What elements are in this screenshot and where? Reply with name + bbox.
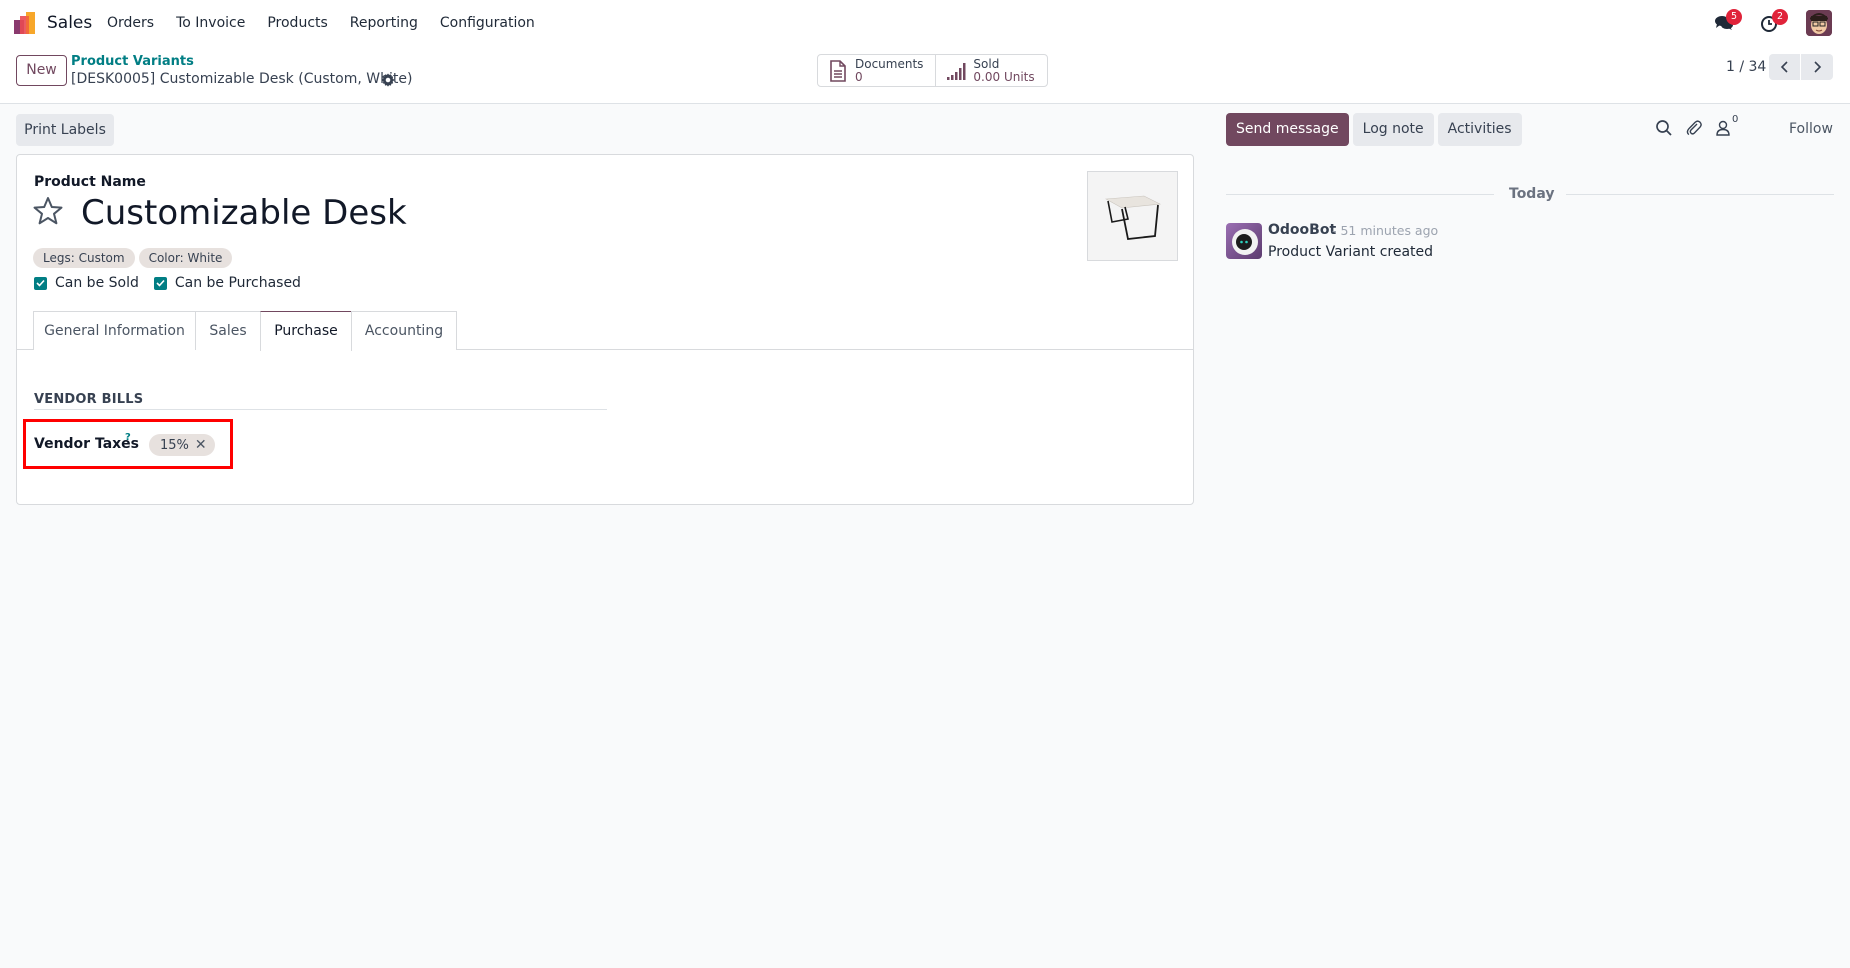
documents-label: Documents: [855, 56, 924, 71]
can-be-purchased-label: Can be Purchased: [174, 275, 301, 291]
pager-previous-button[interactable]: [1769, 54, 1801, 80]
breadcrumb-current-record: [DESK0005] Customizable Desk (Custom, Wh…: [71, 71, 413, 87]
message-date: - 51 minutes ago: [1332, 223, 1439, 238]
send-message-button[interactable]: Send message: [1226, 113, 1349, 146]
user-avatar-image: [1806, 10, 1832, 36]
follow-button[interactable]: Follow: [1789, 121, 1833, 137]
document-icon: [830, 59, 846, 82]
attribute-tag-legs: Legs: Custom: [33, 248, 135, 268]
pager-next-button[interactable]: [1801, 54, 1833, 80]
search-icon[interactable]: [1655, 119, 1673, 137]
messages-badge: 5: [1726, 9, 1742, 25]
menu-to-invoice[interactable]: To Invoice: [176, 15, 245, 31]
documents-count: 0: [855, 69, 863, 84]
new-button[interactable]: New: [16, 55, 67, 86]
help-tooltip-icon[interactable]: ?: [125, 432, 131, 443]
chatter-actions: Send message Log note Activities: [1226, 113, 1522, 146]
activities-button[interactable]: 2: [1760, 9, 1788, 32]
remove-tag-icon[interactable]: ✕: [195, 437, 207, 453]
checkbox-checked[interactable]: [34, 276, 47, 290]
vendor-tax-tag: 15% ✕: [149, 434, 215, 456]
menu-reporting[interactable]: Reporting: [350, 15, 418, 31]
sold-label: Sold: [973, 56, 1000, 71]
form-sheet: Product Name Customizable Desk Legs: Cus…: [16, 154, 1194, 505]
tab-accounting[interactable]: Accounting: [351, 311, 457, 350]
message-author[interactable]: OdooBot: [1268, 222, 1336, 238]
control-panel: New Product Variants [DESK0005] Customiz…: [0, 46, 1850, 104]
product-image[interactable]: [1087, 171, 1178, 261]
messages-button[interactable]: 5: [1714, 9, 1742, 32]
chevron-left-icon: [1780, 61, 1788, 73]
message-body: Product Variant created: [1268, 244, 1434, 260]
can-be-sold-checkbox[interactable]: Can be Sold: [34, 275, 139, 291]
app-name[interactable]: Sales: [47, 13, 92, 33]
top-navbar: Sales Orders To Invoice Products Reporti…: [0, 0, 1850, 46]
documents-smart-button[interactable]: Documents 0: [818, 55, 935, 86]
sold-quantity: 0.00 Units: [973, 69, 1035, 84]
menu-configuration[interactable]: Configuration: [440, 15, 535, 31]
gear-icon[interactable]: [381, 73, 395, 87]
activities-badge: 2: [1772, 9, 1788, 25]
menu-orders[interactable]: Orders: [107, 15, 154, 31]
checkmark-icon: [156, 279, 165, 287]
odoobot-avatar[interactable]: [1226, 223, 1262, 259]
smart-buttons: Documents 0 Sold 0.00 Units: [817, 54, 1048, 87]
desk-image: [1088, 172, 1177, 260]
menu-products[interactable]: Products: [267, 15, 327, 31]
can-be-purchased-checkbox[interactable]: Can be Purchased: [153, 275, 301, 291]
product-flags: Can be Sold Can be Purchased: [34, 275, 316, 291]
can-be-sold-label: Can be Sold: [55, 275, 139, 291]
followers-count: 0: [1732, 114, 1739, 125]
log-note-button[interactable]: Log note: [1352, 113, 1434, 146]
pager-value[interactable]: 1 / 34: [1726, 59, 1766, 75]
tab-general-information[interactable]: General Information: [33, 311, 196, 350]
vendor-tax-value: 15%: [160, 437, 189, 453]
checkmark-icon: [36, 279, 45, 287]
product-name-input[interactable]: Customizable Desk: [81, 193, 407, 233]
breadcrumb-product-variants[interactable]: Product Variants: [71, 54, 194, 69]
chevron-right-icon: [1814, 61, 1822, 73]
sold-smart-button[interactable]: Sold 0.00 Units: [935, 55, 1046, 86]
tab-purchase[interactable]: Purchase: [260, 311, 352, 351]
section-title-vendor-bills: VENDOR BILLS: [34, 392, 144, 407]
print-labels-button[interactable]: Print Labels: [16, 114, 114, 146]
odoobot-avatar-image: [1232, 229, 1258, 255]
attribute-tag-color: Color: White: [138, 248, 233, 268]
main-menu: Orders To Invoice Products Reporting Con…: [107, 15, 557, 31]
tab-sales[interactable]: Sales: [195, 311, 261, 350]
bar-chart-icon: [947, 62, 966, 80]
product-name-label: Product Name: [34, 174, 146, 190]
vendor-taxes-label: Vendor Taxes: [34, 436, 139, 452]
user-avatar[interactable]: [1806, 10, 1832, 36]
date-separator: Today: [1509, 186, 1555, 202]
activities-button[interactable]: Activities: [1437, 113, 1522, 146]
paperclip-icon[interactable]: [1685, 119, 1703, 137]
date-separator-line: [1226, 194, 1494, 195]
sales-app-logo[interactable]: [14, 12, 38, 34]
followers-icon[interactable]: [1714, 119, 1732, 137]
pager-buttons: [1769, 54, 1833, 80]
attribute-tags: Legs: Custom Color: White: [33, 248, 233, 268]
checkbox-checked[interactable]: [153, 276, 167, 290]
section-divider: [34, 409, 607, 410]
date-separator-line: [1566, 194, 1834, 195]
form-tabs: General Information Sales Purchase Accou…: [17, 311, 1193, 351]
star-icon[interactable]: [33, 196, 63, 226]
